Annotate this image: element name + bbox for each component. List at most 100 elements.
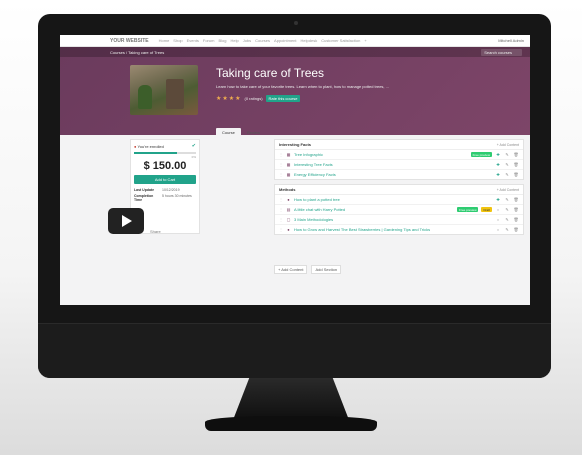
- edit-icon[interactable]: ✎: [504, 172, 510, 177]
- course-image: [130, 65, 198, 115]
- lesson-title[interactable]: 3 Main Methodologies: [294, 217, 492, 222]
- nav-link[interactable]: Shop: [173, 38, 182, 43]
- drag-handle-icon[interactable]: ⋮: [279, 152, 283, 157]
- list-item[interactable]: ⋮ ▦ Tree Infographic Free preview ✚ ✎ 🗑: [275, 150, 523, 160]
- rate-course-button[interactable]: Rate this course: [265, 95, 301, 102]
- edit-icon[interactable]: ✎: [504, 207, 510, 212]
- list-item[interactable]: ⋮ ▤ A little chat with Harry Potted Free…: [275, 205, 523, 215]
- image-icon: ▦: [286, 172, 291, 177]
- meta-value: 10/12/2019: [162, 188, 180, 192]
- user-menu[interactable]: Mitchell Admin: [498, 38, 524, 43]
- section-interesting-facts: Interesting Facts + Add Content ⋮ ▦ Tree…: [274, 139, 524, 180]
- course-description: Learn how to take care of your favorite …: [216, 84, 389, 89]
- section-methods: Methods + Add Content ⋮ ● How to plant a…: [274, 184, 524, 235]
- delete-icon[interactable]: 🗑: [513, 172, 519, 177]
- tab-review[interactable]: Review: [241, 128, 266, 137]
- document-icon: ▤: [286, 207, 291, 212]
- nav-link[interactable]: Blog: [218, 38, 226, 43]
- search-input[interactable]: Search courses: [481, 48, 522, 56]
- lesson-title[interactable]: Tree Infographic: [294, 152, 468, 157]
- course-meta: Last Update 10/12/2019 Completion Time 5…: [134, 188, 196, 202]
- top-navbar: YOUR WEBSITE Home Shop Events Forum Blog…: [60, 35, 530, 47]
- list-item[interactable]: ⋮ ▦ Interesting Tree Facts ✚ ✎ 🗑: [275, 160, 523, 170]
- lesson-title[interactable]: Energy Efficiency Facts: [294, 172, 492, 177]
- free-preview-badge: Free preview: [457, 207, 479, 212]
- nav-link[interactable]: Home: [159, 38, 170, 43]
- video-icon: ●: [287, 197, 290, 202]
- monitor-chin: [38, 323, 551, 378]
- stage: YOUR WEBSITE Home Shop Events Forum Blog…: [0, 0, 582, 455]
- add-to-cart-button[interactable]: Add to Cart: [134, 175, 196, 184]
- rating-row: ★★★★ (0 ratings) Rate this course: [216, 95, 301, 102]
- lesson-title[interactable]: How to Grow and Harvest The Best Strawbe…: [294, 227, 492, 232]
- delete-icon[interactable]: 🗑: [513, 207, 519, 212]
- document-icon: ▢: [286, 217, 291, 222]
- edit-icon[interactable]: ✎: [504, 162, 510, 167]
- breadcrumb-root[interactable]: Courses: [110, 50, 125, 55]
- nav-link[interactable]: Help: [230, 38, 238, 43]
- add-section-button[interactable]: Add Section: [311, 265, 342, 274]
- tab-course[interactable]: Course: [216, 128, 241, 137]
- course-header: Courses / Taking care of Trees Search co…: [60, 47, 530, 137]
- nav-link[interactable]: Forum: [203, 38, 215, 43]
- publish-icon[interactable]: ✚: [495, 162, 501, 167]
- free-preview-badge: Free preview: [470, 152, 492, 157]
- publish-icon[interactable]: ✚: [495, 152, 501, 157]
- image-icon: ▦: [286, 152, 291, 157]
- play-icon: [122, 215, 132, 227]
- nav-link[interactable]: Courses: [255, 38, 270, 43]
- drag-handle-icon[interactable]: ⋮: [279, 172, 283, 177]
- add-content-link[interactable]: + Add Content: [497, 143, 519, 147]
- progress-bar: [134, 152, 196, 154]
- add-content-link[interactable]: + Add Content: [497, 188, 519, 192]
- edit-icon[interactable]: ✎: [504, 152, 510, 157]
- list-item[interactable]: ⋮ ▦ Energy Efficiency Facts ✚ ✎ 🗑: [275, 170, 523, 179]
- lesson-title[interactable]: How to plant a potted tree: [294, 197, 492, 202]
- section-title: Interesting Facts: [279, 142, 312, 147]
- drag-handle-icon[interactable]: ⋮: [279, 227, 283, 232]
- meta-key: Completion Time: [134, 194, 154, 202]
- delete-icon[interactable]: 🗑: [513, 162, 519, 167]
- breadcrumb: Courses / Taking care of Trees: [110, 49, 165, 55]
- nav-link[interactable]: Helpdesk: [301, 38, 318, 43]
- edit-icon[interactable]: ✎: [504, 197, 510, 202]
- unpublished-icon[interactable]: ○: [495, 207, 501, 212]
- list-item[interactable]: ⋮ ● How to Grow and Harvest The Best Str…: [275, 225, 523, 234]
- section-title: Methods: [279, 187, 296, 192]
- brand-logo[interactable]: YOUR WEBSITE: [110, 38, 149, 44]
- meta-value: 5 hours 30 minutes: [162, 194, 192, 198]
- share-label[interactable]: Share: [150, 229, 161, 234]
- lesson-title[interactable]: A little chat with Harry Potted: [294, 207, 454, 212]
- unpublished-icon[interactable]: ○: [495, 217, 501, 222]
- nav-link[interactable]: Customer Satisfaction: [321, 38, 360, 43]
- nav-link[interactable]: Jobs: [243, 38, 251, 43]
- delete-icon[interactable]: 🗑: [513, 227, 519, 232]
- unpublished-icon[interactable]: ○: [495, 227, 501, 232]
- drag-handle-icon[interactable]: ⋮: [279, 207, 283, 212]
- delete-icon[interactable]: 🗑: [513, 197, 519, 202]
- drag-handle-icon[interactable]: ⋮: [279, 217, 283, 222]
- video-play-button[interactable]: [108, 208, 144, 234]
- edit-icon[interactable]: ✎: [504, 227, 510, 232]
- publish-icon[interactable]: ✚: [495, 172, 501, 177]
- drag-handle-icon[interactable]: ⋮: [279, 162, 283, 167]
- progress-fill: [134, 152, 178, 154]
- delete-icon[interactable]: 🗑: [513, 152, 519, 157]
- check-icon: ✔: [191, 143, 196, 149]
- drag-handle-icon[interactable]: ⋮: [279, 197, 283, 202]
- nav-add-link[interactable]: +: [364, 38, 366, 43]
- course-content: Interesting Facts + Add Content ⋮ ▦ Tree…: [274, 139, 524, 239]
- meta-key: Last Update: [134, 188, 155, 192]
- course-price: $ 150.00: [143, 160, 187, 172]
- webcam-dot: [294, 21, 298, 25]
- lesson-title[interactable]: Interesting Tree Facts: [294, 162, 492, 167]
- publish-icon[interactable]: ✚: [495, 197, 501, 202]
- edit-icon[interactable]: ✎: [504, 217, 510, 222]
- nav-link[interactable]: Appointment: [274, 38, 296, 43]
- nav-link[interactable]: Events: [187, 38, 199, 43]
- list-item[interactable]: ⋮ ▢ 3 Main Methodologies ○ ✎ 🗑: [275, 215, 523, 225]
- delete-icon[interactable]: 🗑: [513, 217, 519, 222]
- add-content-button[interactable]: + Add Content: [274, 265, 308, 274]
- list-item[interactable]: ⋮ ● How to plant a potted tree ✚ ✎ 🗑: [275, 195, 523, 205]
- section-header: Methods + Add Content: [275, 185, 523, 195]
